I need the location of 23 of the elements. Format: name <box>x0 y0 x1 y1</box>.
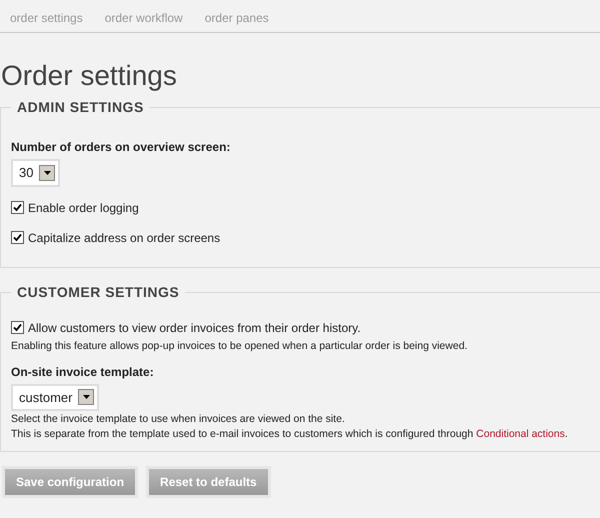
field-label: Number of orders on overview screen: <box>11 139 232 156</box>
form-button[interactable]: Save configuration <box>5 469 136 495</box>
nav-tab[interactable]: order workflow <box>104 9 183 27</box>
field-label: On-site invoice template: <box>11 364 155 380</box>
section-legend: ADMIN SETTINGS <box>11 97 150 118</box>
field-description: Enabling this feature allows pop-up invoices to be opened when a particular order is being viewed. <box>11 338 468 352</box>
checkbox[interactable] <box>11 321 24 334</box>
dropdown-select[interactable]: 30 <box>11 159 60 186</box>
checkbox-label: Enable order logging <box>28 200 139 216</box>
form-button[interactable]: Reset to defaults <box>149 469 268 495</box>
nav-tab[interactable]: order settings <box>10 9 83 27</box>
field-description: This is separate from the template used to e-mail invoices to customers which is configured through <box>11 428 474 440</box>
checkbox[interactable] <box>11 231 24 244</box>
dropdown-select[interactable]: customer <box>11 384 100 411</box>
nav-tab[interactable]: order panes <box>204 9 269 27</box>
checkbox-label: Allow customers to view order invoices from their order history. <box>28 320 361 336</box>
section-legend: CUSTOMER SETTINGS <box>11 282 186 302</box>
field-description: Select the invoice template to use when invoices are viewed on the site. <box>11 412 346 426</box>
conditional-actions-link[interactable]: Conditional actions <box>476 428 565 440</box>
period-text: . <box>564 428 568 440</box>
page-title: Order settings <box>1 59 178 93</box>
checkbox[interactable] <box>11 201 24 214</box>
checkbox-label: Capitalize address on order screens <box>28 230 220 246</box>
